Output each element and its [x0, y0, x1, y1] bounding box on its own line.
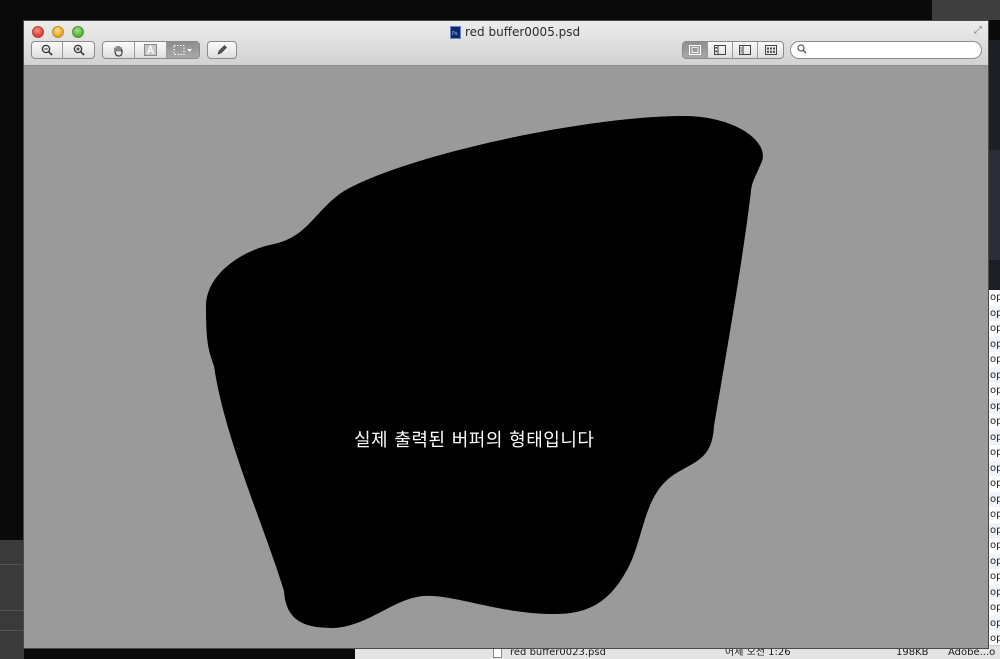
fullscreen-icon[interactable]: ⤢: [974, 25, 985, 36]
text-select-icon: [144, 44, 157, 56]
annotate-controls: [207, 41, 237, 59]
finder-list-row[interactable]: op: [989, 631, 1000, 645]
finder-list-row[interactable]: op: [989, 445, 1000, 461]
desktop: opopopopopopopopopopopopopopopopopopopop…: [0, 0, 1000, 659]
finder-list-row[interactable]: op: [989, 429, 1000, 445]
background-window-edge: [0, 540, 24, 659]
rect-select-button[interactable]: [167, 42, 199, 58]
title-bar: red buffer0005.psd ⤢: [24, 21, 988, 66]
hand-tool-button[interactable]: [103, 42, 135, 58]
finder-list-row[interactable]: op: [989, 522, 1000, 538]
buffer-image: [206, 116, 763, 628]
zoom-out-icon: [41, 44, 53, 56]
image-canvas: 실제 출력된 버퍼의 형태입니다: [24, 66, 988, 648]
annotate-button[interactable]: [208, 42, 236, 58]
finder-list-row[interactable]: op: [989, 367, 1000, 383]
finder-list-row[interactable]: op: [989, 398, 1000, 414]
finder-list-row[interactable]: op: [989, 460, 1000, 476]
finder-list-row[interactable]: op: [989, 321, 1000, 337]
zoom-button[interactable]: [72, 26, 84, 38]
content-only-view-icon: [689, 45, 701, 55]
thumbnails-view-icon: [714, 45, 726, 55]
zoom-in-icon: [73, 44, 85, 56]
finder-list-row[interactable]: op: [989, 290, 1000, 306]
finder-list-row[interactable]: op: [989, 600, 1000, 616]
hand-icon: [114, 45, 123, 57]
finder-list-row[interactable]: op: [989, 414, 1000, 430]
buffer-shape: [206, 116, 763, 628]
zoom-controls: [31, 41, 95, 59]
view-content-only-button[interactable]: [683, 42, 708, 58]
background-window-edge: [932, 0, 1000, 20]
view-mode-controls: [682, 41, 784, 59]
tool-selector: [102, 41, 200, 59]
search-field[interactable]: [790, 41, 982, 59]
close-button[interactable]: [32, 26, 44, 38]
finder-file-list: opopopopopopopopopopopopopopopopopopopop…: [988, 290, 1000, 645]
file-icon: [493, 648, 502, 658]
finder-list-row[interactable]: op: [989, 491, 1000, 507]
finder-list-row[interactable]: op: [989, 305, 1000, 321]
psd-file-icon: [450, 25, 461, 39]
finder-list-row[interactable]: op: [989, 569, 1000, 585]
contact-sheet-icon: [764, 45, 777, 55]
table-of-contents-icon: [739, 45, 751, 55]
view-toc-button[interactable]: [733, 42, 758, 58]
finder-list-row[interactable]: op: [989, 615, 1000, 631]
minimize-button[interactable]: [52, 26, 64, 38]
pencil-icon: [217, 45, 227, 55]
finder-list-row[interactable]: op: [989, 538, 1000, 554]
rect-select-icon: [173, 45, 192, 55]
finder-list-row[interactable]: op: [989, 553, 1000, 569]
finder-list-row[interactable]: op: [989, 476, 1000, 492]
window-title: red buffer0005.psd: [450, 24, 580, 40]
image-caption: 실제 출력된 버퍼의 형태입니다: [354, 430, 595, 451]
text-select-button[interactable]: [135, 42, 167, 58]
search-input[interactable]: [809, 43, 977, 57]
finder-list-row[interactable]: op: [989, 336, 1000, 352]
finder-list-row[interactable]: op: [989, 584, 1000, 600]
zoom-in-button[interactable]: [63, 42, 94, 58]
view-contact-sheet-button[interactable]: [758, 42, 783, 58]
zoom-out-button[interactable]: [32, 42, 63, 58]
finder-list-row[interactable]: op: [989, 507, 1000, 523]
finder-list-row[interactable]: op: [989, 383, 1000, 399]
view-thumbnails-button[interactable]: [708, 42, 733, 58]
finder-list-row[interactable]: op: [989, 352, 1000, 368]
search-icon: [797, 44, 807, 57]
background-window-edge: [988, 150, 1000, 260]
preview-window: red buffer0005.psd ⤢: [24, 21, 988, 648]
window-title-text: red buffer0005.psd: [465, 25, 581, 39]
